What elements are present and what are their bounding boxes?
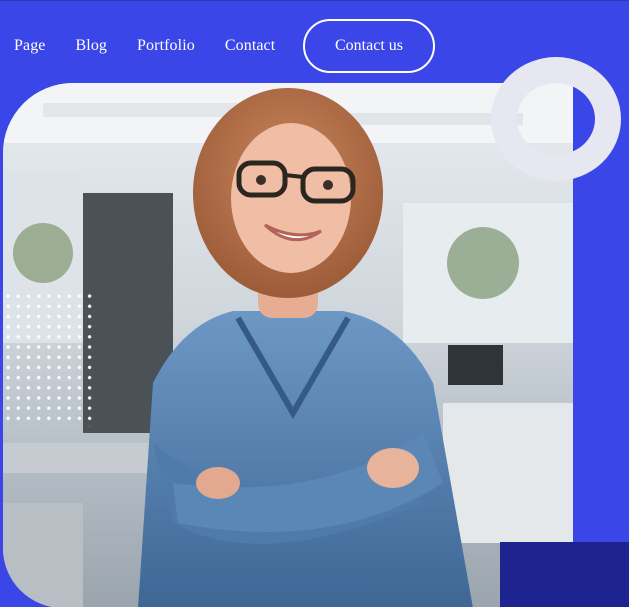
dot-pattern-decoration: [3, 291, 95, 427]
nav-link-blog[interactable]: Blog: [76, 37, 108, 55]
corner-shape-decoration: [500, 542, 629, 607]
nav-link-page[interactable]: Page: [14, 37, 46, 55]
contact-us-button[interactable]: Contact us: [303, 19, 435, 73]
nav-link-portfolio[interactable]: Portfolio: [137, 37, 195, 55]
ring-decoration: [491, 57, 621, 181]
nav-link-contact[interactable]: Contact: [225, 37, 275, 55]
main-nav: Page Blog Portfolio Contact: [0, 19, 291, 73]
landing-page: Page Blog Portfolio Contact Contact us: [0, 0, 629, 607]
